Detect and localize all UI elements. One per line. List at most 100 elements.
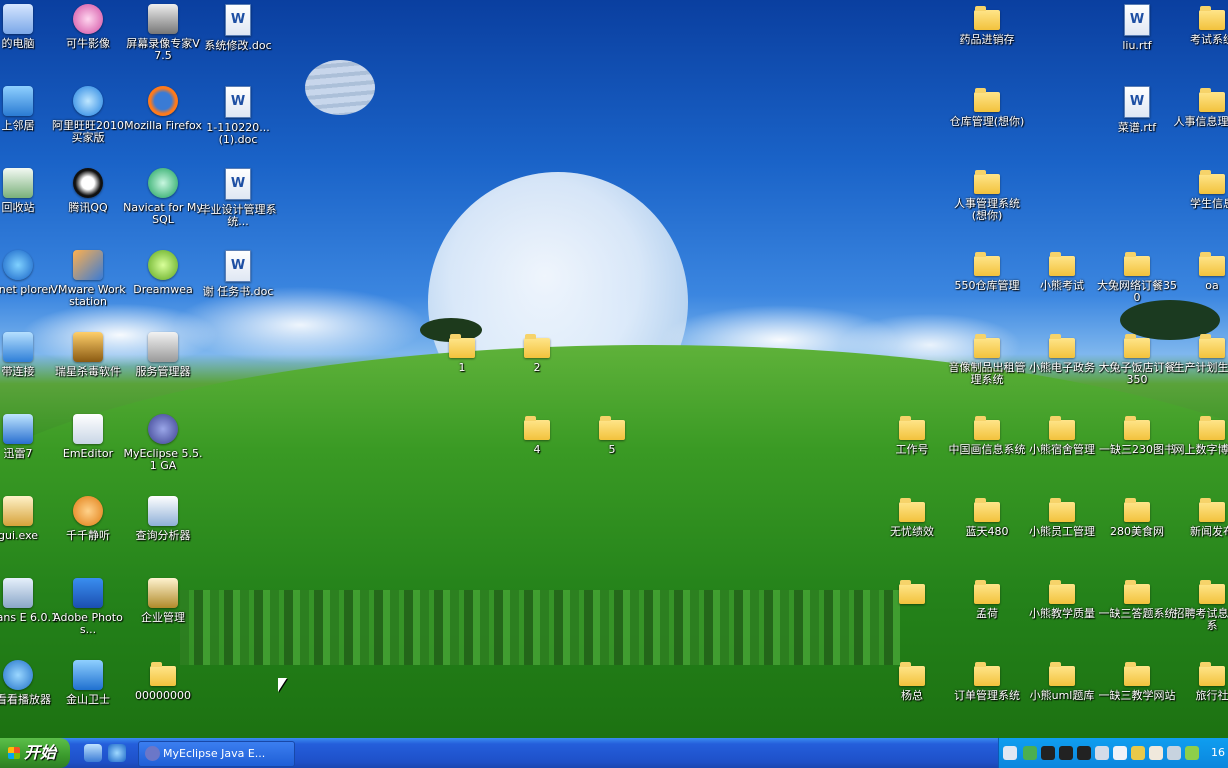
desktop-folder[interactable]: 大兔子饭店订餐350 bbox=[1097, 332, 1177, 386]
desktop-folder-2[interactable]: 2 bbox=[497, 332, 577, 374]
desktop-icon-rtf[interactable]: liu.rtf bbox=[1097, 4, 1177, 52]
desktop-folder[interactable]: 仓库管理(想你) bbox=[947, 86, 1027, 128]
desktop-icon-folder-00000000[interactable]: 00000000 bbox=[123, 660, 203, 702]
desktop-icon-aliwangwang[interactable]: 阿里旺旺2010 买家版 bbox=[48, 86, 128, 144]
desktop-folder[interactable]: 人事信息理系统 bbox=[1172, 86, 1228, 128]
desktop-icon-kniu[interactable]: 可牛影像 bbox=[48, 4, 128, 50]
speaker-tray-icon[interactable] bbox=[1185, 746, 1199, 760]
folder-icon bbox=[1049, 662, 1075, 686]
desktop-icon-label: 药品进销存 bbox=[959, 33, 1015, 46]
desktop-icon-service-manager[interactable]: 服务管理器 bbox=[123, 332, 203, 378]
desktop-folder[interactable]: 药品进销存 bbox=[947, 4, 1027, 46]
desktop-folder[interactable]: oa bbox=[1172, 250, 1228, 292]
desktop-icon-query-analyzer[interactable]: 查询分析器 bbox=[123, 496, 203, 542]
desktop-icon-label: 蓝天480 bbox=[965, 525, 1009, 538]
desktop-folder[interactable]: 一缺三答题系统 bbox=[1097, 578, 1177, 620]
desktop-icon-firefox[interactable]: Mozilla Firefox bbox=[123, 86, 203, 132]
usb-tray-icon[interactable] bbox=[1167, 746, 1181, 760]
desktop-folder[interactable]: 工作号 bbox=[872, 414, 952, 456]
desktop-icon-rtf[interactable]: 菜谱.rtf bbox=[1097, 86, 1177, 134]
folder-icon bbox=[974, 662, 1000, 686]
service-manager-icon bbox=[148, 332, 178, 362]
desktop-icon-label: 人事管理系统(想你) bbox=[954, 197, 1020, 222]
desktop-folder[interactable]: 生产计划生产进 bbox=[1172, 332, 1228, 374]
network-tray-icon[interactable] bbox=[1023, 746, 1037, 760]
desktop-folder[interactable]: 无忧绩效 bbox=[872, 496, 952, 538]
taskbar-button-myeclipse[interactable]: MyEclipse Java E... bbox=[138, 741, 295, 767]
desktop-folder[interactable]: 小熊员工管理 bbox=[1022, 496, 1102, 538]
desktop-icon-qq[interactable]: 腾讯QQ bbox=[48, 168, 128, 214]
desktop-folder[interactable]: 小熊宿舍管理 bbox=[1022, 414, 1102, 456]
rising-icon bbox=[73, 332, 103, 362]
desktop-folder[interactable]: 一缺三230图书 bbox=[1097, 414, 1177, 456]
desktop-folder-5[interactable]: 5 bbox=[572, 414, 652, 456]
desktop-icon-label: MyEclipse 5.5.1 GA bbox=[123, 447, 203, 472]
desktop-folder[interactable]: 考试系统 bbox=[1172, 4, 1228, 46]
desktop-folder-4[interactable]: 4 bbox=[497, 414, 577, 456]
desktop-folder[interactable]: 订单管理系统 bbox=[947, 660, 1027, 702]
desktop-icon-label: 1 bbox=[458, 361, 466, 374]
desktop-folder[interactable]: 音像制品出租管理系统 bbox=[947, 332, 1027, 386]
desktop-icon-recorder[interactable]: 屏幕录像专家V7.5 bbox=[123, 4, 203, 62]
security-tray-icon[interactable] bbox=[1095, 746, 1109, 760]
desktop-folder[interactable]: 蓝天480 bbox=[947, 496, 1027, 538]
desktop-icon-label: 5 bbox=[608, 443, 616, 456]
qq-tray-icon[interactable] bbox=[1059, 746, 1073, 760]
qq-tray-icon[interactable] bbox=[1077, 746, 1091, 760]
desktop-icon-enterprise-manager[interactable]: 企业管理 bbox=[123, 578, 203, 624]
desktop-icon-myeclipse[interactable]: MyEclipse 5.5.1 GA bbox=[123, 414, 203, 472]
network-icon bbox=[3, 86, 33, 116]
desktop-folder[interactable]: 杨总 bbox=[872, 660, 952, 702]
folder-icon bbox=[1049, 498, 1075, 522]
desktop-folder[interactable]: 中国画信息系统 bbox=[947, 414, 1027, 456]
desktop-folder[interactable]: 孟荷 bbox=[947, 578, 1027, 620]
desktop-icon-dreamweaver[interactable]: Dreamwea bbox=[123, 250, 203, 296]
desktop-icon-label: 1-110220...(1).doc bbox=[206, 121, 270, 146]
desktop-folder[interactable]: 新闻发布 bbox=[1172, 496, 1228, 538]
app-tray-icon[interactable] bbox=[1149, 746, 1163, 760]
folder-icon bbox=[899, 580, 925, 604]
desktop-icon-photoshop[interactable]: Adobe Photos... bbox=[48, 578, 128, 636]
desktop-folder[interactable]: 旅行社 bbox=[1172, 660, 1228, 702]
desktop-icon-ttplayer[interactable]: 千千静听 bbox=[48, 496, 128, 542]
desktop-icon-doc-3[interactable]: 毕业设计管理系统... bbox=[198, 168, 278, 228]
desktop-folder[interactable]: 学生信息 bbox=[1172, 168, 1228, 210]
show-desktop-icon[interactable] bbox=[84, 744, 102, 762]
desktop-folder[interactable]: 一缺三教学网站 bbox=[1097, 660, 1177, 702]
aliwangwang-icon bbox=[73, 86, 103, 116]
clock[interactable]: 16 bbox=[1211, 738, 1225, 768]
desktop-folder[interactable]: 招聘考试息管理系 bbox=[1172, 578, 1228, 632]
desktop-icon-doc-1[interactable]: 系统修改.doc bbox=[198, 4, 278, 52]
desktop-icon-navicat[interactable]: Navicat for MySQL bbox=[123, 168, 203, 226]
desktop-icon-rising[interactable]: 瑞星杀毒软件 bbox=[48, 332, 128, 378]
ie-quicklaunch-icon[interactable] bbox=[108, 744, 126, 762]
desktop-folder[interactable]: 280美食网 bbox=[1097, 496, 1177, 538]
desktop-folder[interactable]: 550仓库管理 bbox=[947, 250, 1027, 292]
desktop-icon-kingsoft[interactable]: 金山卫士 bbox=[48, 660, 128, 706]
desktop-icon-label: 一缺三230图书 bbox=[1099, 443, 1175, 456]
qq-tray-icon[interactable] bbox=[1041, 746, 1055, 760]
volume-tray-icon[interactable] bbox=[1113, 746, 1127, 760]
desktop-folder[interactable] bbox=[872, 578, 952, 608]
desktop-icon-label: 谢 任务书.doc bbox=[202, 285, 274, 298]
desktop-folder[interactable]: 小熊考试 bbox=[1022, 250, 1102, 292]
desktop-icon-doc-4[interactable]: 谢 任务书.doc bbox=[198, 250, 278, 298]
start-button[interactable]: 开始 bbox=[0, 738, 70, 768]
desktop-icon-doc-2[interactable]: 1-110220...(1).doc bbox=[198, 86, 278, 146]
folder-icon bbox=[1049, 252, 1075, 276]
desktop-folder[interactable]: 网上数字博物馆 bbox=[1172, 414, 1228, 456]
desktop-folder-1[interactable]: 1 bbox=[422, 332, 502, 374]
desktop-icon-emeditor[interactable]: EmEditor bbox=[48, 414, 128, 460]
desktop-icon-label: 阿里旺旺2010 买家版 bbox=[52, 119, 124, 144]
taskbar-button-label: MyEclipse Java E... bbox=[163, 747, 266, 760]
keyboard-icon[interactable] bbox=[1003, 746, 1017, 760]
desktop-folder[interactable]: 人事管理系统(想你) bbox=[947, 168, 1027, 222]
desktop-icon-vmware[interactable]: VMware Workstation bbox=[48, 250, 128, 308]
render-artifact bbox=[180, 590, 900, 665]
desktop-folder[interactable]: 小熊教学质量 bbox=[1022, 578, 1102, 620]
desktop-folder[interactable]: 小熊电子政务 bbox=[1022, 332, 1102, 374]
desktop-icon-label: 小熊考试 bbox=[1040, 279, 1084, 292]
shield-tray-icon[interactable] bbox=[1131, 746, 1145, 760]
desktop-folder[interactable]: 大兔网络订餐350 bbox=[1097, 250, 1177, 304]
desktop-folder[interactable]: 小熊uml题库 bbox=[1022, 660, 1102, 702]
